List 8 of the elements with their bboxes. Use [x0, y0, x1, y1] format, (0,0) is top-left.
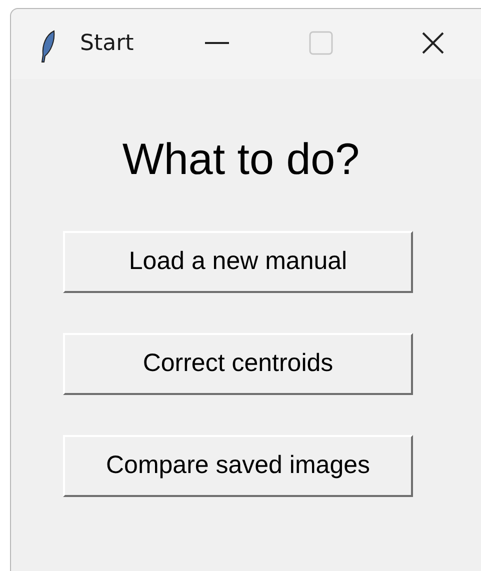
action-button[interactable]: Compare saved images: [63, 435, 413, 497]
action-button[interactable]: Correct centroids: [63, 333, 413, 395]
heading: What to do?: [122, 134, 360, 186]
action-button[interactable]: Load a new manual: [63, 231, 413, 293]
maximize-icon: [309, 31, 333, 55]
window-title: Start: [80, 31, 134, 57]
minimize-icon: [205, 42, 229, 44]
close-icon: [421, 31, 445, 55]
